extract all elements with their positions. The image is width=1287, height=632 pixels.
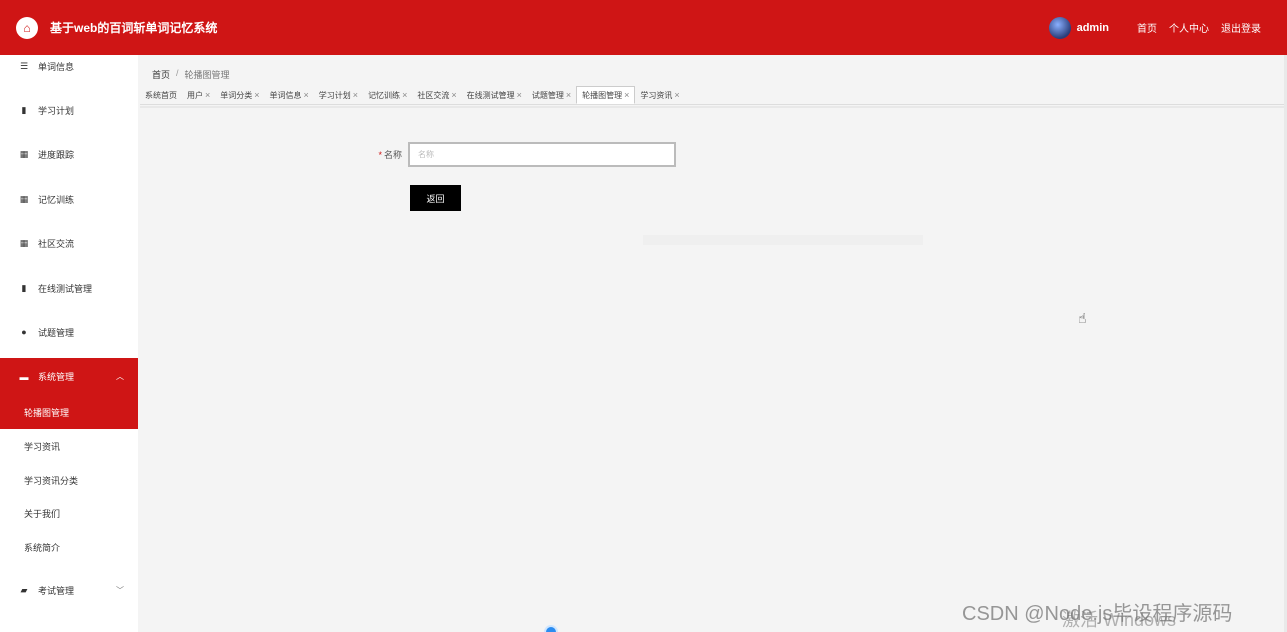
- faint-placeholder-bar: [643, 235, 923, 245]
- sidebar-item-label: 学习计划: [38, 105, 75, 116]
- chevron-down-icon: ﹀: [116, 585, 124, 595]
- username: admin: [1076, 21, 1109, 34]
- sidebar-sub-intro[interactable]: 系统简介: [0, 532, 138, 562]
- tab-news[interactable]: 学习资讯 ×: [635, 86, 684, 104]
- sidebar-sub-news-category[interactable]: 学习资讯分类: [0, 465, 138, 495]
- tab-label: 系统首页: [145, 90, 177, 100]
- sidebar-item-progress[interactable]: ▦ 进度跟踪: [0, 139, 138, 169]
- chevron-up-icon: ︿: [116, 372, 124, 381]
- tab-bar: 系统首页 用户 × 单词分类 × 单词信息 × 学习计划 × 记忆训练 × 社区交流 × 在…: [140, 86, 1285, 105]
- close-icon[interactable]: ×: [566, 90, 571, 100]
- tab-label: 社区交流: [417, 90, 450, 100]
- tab-label: 试题管理: [531, 90, 564, 100]
- close-icon[interactable]: ×: [451, 90, 456, 100]
- sidebar-item-system[interactable]: ▬ 系统管理 ︿: [0, 358, 138, 395]
- sidebar-item-label: 考试管理: [38, 585, 75, 596]
- tab-label: 在线测试管理: [466, 90, 515, 100]
- tab-study-plan[interactable]: 学习计划 ×: [314, 86, 363, 104]
- sidebar-item-exam[interactable]: ▰ 考试管理 ﹀: [0, 575, 138, 605]
- sidebar-item-label: 进度跟踪: [38, 149, 75, 160]
- sidebar-sub-label: 系统简介: [24, 542, 61, 553]
- tab-label: 单词信息: [269, 90, 302, 100]
- breadcrumb-home[interactable]: 首页: [152, 68, 170, 81]
- sidebar-sub-label: 学习资讯: [24, 441, 61, 452]
- app-title: 基于web的百词斩单词记忆系统: [50, 21, 218, 35]
- sidebar-item-online-test[interactable]: ▮ 在线测试管理: [0, 273, 138, 303]
- csdn-watermark: CSDN @Node.js毕设程序源码: [962, 603, 1233, 625]
- close-icon[interactable]: ×: [624, 90, 629, 100]
- sidebar-sub-label: 轮播图管理: [24, 407, 70, 418]
- floating-dot[interactable]: [544, 625, 558, 632]
- tab-carousel[interactable]: 轮播图管理 ×: [576, 86, 636, 104]
- tab-divider: [140, 106, 1285, 108]
- sidebar-sub-carousel[interactable]: 轮播图管理: [0, 395, 138, 429]
- close-icon[interactable]: ×: [205, 90, 210, 100]
- close-icon[interactable]: ×: [304, 90, 309, 100]
- name-input[interactable]: [408, 142, 676, 167]
- monitor-icon: ▬: [19, 371, 29, 382]
- app-logo-icon: ⌂: [16, 16, 38, 39]
- header-user-area: admin 首页 个人中心 退出登录: [1048, 0, 1261, 55]
- tab-label: 学习资讯: [640, 90, 673, 100]
- name-label: * 名称: [370, 148, 402, 161]
- sidebar-item-memory-training[interactable]: ▦ 记忆训练: [0, 184, 138, 214]
- sidebar-sub-label: 关于我们: [24, 508, 61, 519]
- tab-word-info[interactable]: 单词信息 ×: [265, 86, 314, 104]
- breadcrumb-current: 轮播图管理: [184, 70, 230, 80]
- sidebar: ☰ 单词信息 ▮ 学习计划 ▦ 进度跟踪 ▦ 记忆训练 ▦ 社区交流 ▮ 在线测…: [0, 55, 138, 632]
- clipboard-check-icon: ▮: [21, 283, 27, 293]
- clipboard-icon: ▮: [21, 105, 27, 115]
- sliders-icon: ☰: [19, 61, 29, 71]
- tab-users[interactable]: 用户 ×: [182, 86, 215, 104]
- header-link-profile[interactable]: 个人中心: [1169, 20, 1209, 35]
- grid-icon: ▦: [19, 149, 29, 159]
- hand-cursor-icon: ☝: [1078, 310, 1087, 326]
- sidebar-item-community[interactable]: ▦ 社区交流: [0, 228, 138, 258]
- tab-memory-training[interactable]: 记忆训练 ×: [363, 86, 412, 104]
- back-button[interactable]: 返回: [410, 185, 461, 211]
- grid-icon: ▦: [19, 194, 29, 204]
- tab-label: 记忆训练: [368, 90, 401, 100]
- close-icon[interactable]: ×: [402, 90, 407, 100]
- sidebar-sub-news[interactable]: 学习资讯: [0, 431, 138, 461]
- sidebar-item-label: 在线测试管理: [38, 283, 93, 294]
- sidebar-item-questions[interactable]: ● 试题管理: [0, 317, 138, 347]
- tab-label: 单词分类: [220, 90, 253, 100]
- tab-label: 学习计划: [318, 90, 351, 100]
- top-header: ⌂ 基于web的百词斩单词记忆系统 admin 首页 个人中心 退出登录: [0, 0, 1287, 55]
- tab-label: 用户: [187, 90, 203, 100]
- tab-community[interactable]: 社区交流 ×: [412, 86, 461, 104]
- tab-online-test[interactable]: 在线测试管理 ×: [462, 86, 527, 104]
- header-link-home[interactable]: 首页: [1137, 20, 1157, 35]
- close-icon[interactable]: ×: [674, 90, 679, 100]
- sidebar-item-word-info[interactable]: ☰ 单词信息: [0, 51, 138, 81]
- header-link-logout[interactable]: 退出登录: [1221, 20, 1261, 35]
- sidebar-item-label: 单词信息: [38, 61, 75, 72]
- avatar[interactable]: [1048, 16, 1071, 39]
- breadcrumb-separator: /: [176, 68, 179, 78]
- tab-word-category[interactable]: 单词分类 ×: [215, 86, 264, 104]
- user-icon: ●: [21, 327, 27, 337]
- tab-label: 轮播图管理: [582, 90, 623, 100]
- close-icon[interactable]: ×: [353, 90, 358, 100]
- sidebar-item-label: 记忆训练: [38, 194, 75, 205]
- sidebar-item-label: 系统管理: [38, 372, 75, 382]
- breadcrumb: 首页 / 轮播图管理: [152, 68, 230, 81]
- tab-home[interactable]: 系统首页: [140, 86, 182, 104]
- grid-icon: ▦: [19, 238, 29, 248]
- close-icon[interactable]: ×: [517, 90, 522, 100]
- chart-icon: ▰: [20, 585, 28, 595]
- sidebar-sub-label: 学习资讯分类: [24, 475, 79, 486]
- sidebar-item-label: 社区交流: [38, 238, 75, 249]
- sidebar-item-label: 试题管理: [38, 327, 75, 338]
- required-mark: *: [378, 150, 382, 160]
- name-label-text: 名称: [383, 150, 402, 160]
- sidebar-item-study-plan[interactable]: ▮ 学习计划: [0, 95, 138, 125]
- close-icon[interactable]: ×: [254, 90, 259, 100]
- tab-questions[interactable]: 试题管理 ×: [527, 86, 576, 104]
- sidebar-sub-about[interactable]: 关于我们: [0, 498, 138, 528]
